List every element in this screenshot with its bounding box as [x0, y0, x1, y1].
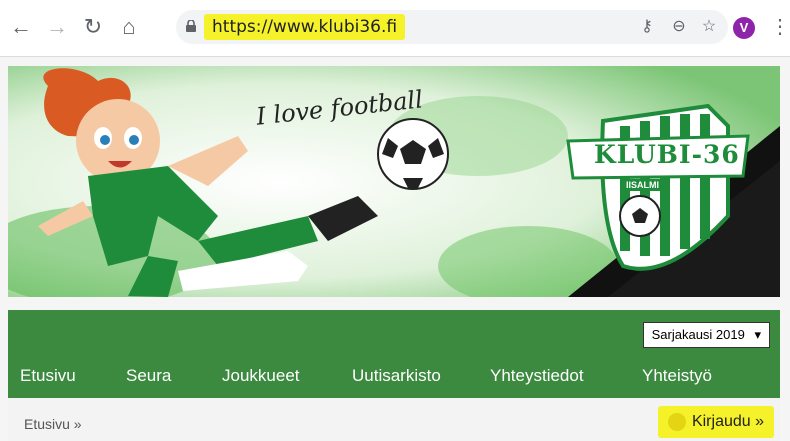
address-bar[interactable]: https://www.klubi36.fi ⚷ ⊖ ☆ [176, 10, 728, 44]
season-select[interactable]: Sarjakausi 2019 ▾ [642, 322, 770, 348]
main-nav: Etusivu Seura Joukkueet Uutisarkisto Yht… [8, 358, 780, 398]
crest-title: KLUBI-36 [594, 140, 740, 169]
zoom-icon[interactable]: ⊖ [670, 18, 688, 36]
nav-item-etusivu[interactable]: Etusivu [20, 366, 76, 386]
login-button[interactable]: Kirjaudu » [657, 406, 774, 438]
nav-item-seura[interactable]: Seura [126, 366, 171, 386]
nav-item-joukkueet[interactable]: Joukkueet [222, 366, 300, 386]
page-body: I love football KLUBI-36 IISALMI Sarjaka… [0, 57, 790, 441]
bookmark-star-icon[interactable]: ☆ [700, 18, 718, 36]
breadcrumb-bar: Etusivu » Kirjaudu » [8, 398, 780, 441]
crest-subtitle: IISALMI [622, 179, 663, 191]
breadcrumb[interactable]: Etusivu » [24, 416, 82, 432]
back-icon[interactable]: ← [8, 14, 34, 40]
forward-icon[interactable]: → [44, 14, 70, 40]
nav-item-yhteystiedot[interactable]: Yhteystiedot [490, 366, 584, 386]
header-banner[interactable]: I love football KLUBI-36 IISALMI [8, 66, 780, 297]
key-icon[interactable]: ⚷ [638, 18, 656, 36]
season-select-value: Sarjakausi 2019 [651, 327, 745, 342]
reload-icon[interactable]: ↻ [80, 14, 106, 40]
chevron-down-icon: ▾ [754, 327, 761, 342]
browser-toolbar: ← → ↻ ⌂ https://www.klubi36.fi ⚷ ⊖ ☆ V ⋮ [0, 0, 790, 57]
home-icon[interactable]: ⌂ [116, 14, 142, 40]
main-navigation-bar: Sarjakausi 2019 ▾ Etusivu Seura Joukkuee… [8, 310, 780, 398]
user-icon [667, 412, 686, 431]
lock-icon [186, 20, 196, 32]
login-label: Kirjaudu » [691, 413, 764, 430]
nav-item-yhteistyo[interactable]: Yhteistyö [642, 366, 712, 386]
profile-avatar[interactable]: V [733, 17, 755, 39]
nav-item-uutisarkisto[interactable]: Uutisarkisto [352, 366, 441, 386]
football-illustration [377, 118, 449, 190]
url-text[interactable]: https://www.klubi36.fi [204, 14, 406, 40]
menu-icon[interactable]: ⋮ [770, 14, 790, 40]
